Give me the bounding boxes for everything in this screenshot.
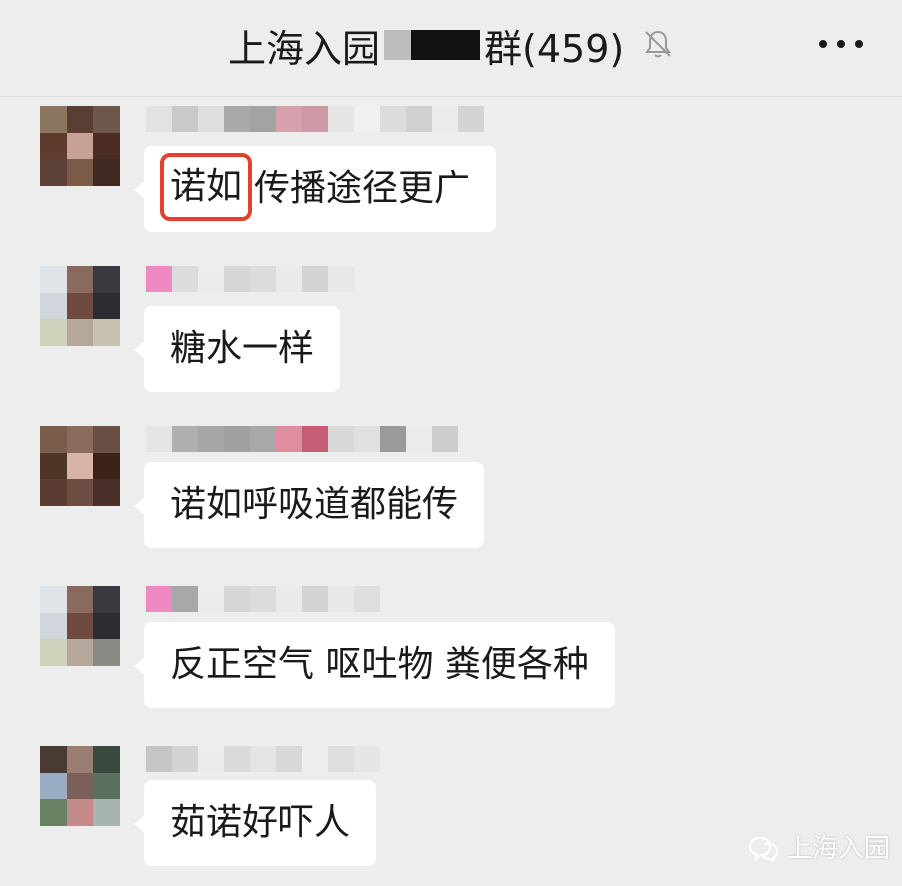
message-text: 传播途径更广 bbox=[254, 168, 471, 209]
message-text: 反正空气 呕吐物 粪便各种 bbox=[170, 644, 589, 685]
avatar[interactable] bbox=[40, 746, 120, 826]
watermark-text: 上海入园 bbox=[786, 834, 891, 864]
message-bubble[interactable]: 诺如呼吸道都能传 bbox=[133, 462, 485, 548]
avatar[interactable] bbox=[40, 426, 120, 506]
sender-name-redacted bbox=[146, 266, 354, 292]
message-bubble[interactable]: 诺如 传播途径更广 bbox=[133, 146, 497, 232]
watermark: 上海入园 bbox=[746, 828, 890, 865]
chat-title[interactable]: 上海入园 群(459) bbox=[228, 20, 625, 71]
message-text: 诺如呼吸道都能传 bbox=[170, 484, 459, 525]
message-bubble[interactable]: 糖水一样 bbox=[133, 306, 341, 392]
avatar[interactable] bbox=[40, 586, 120, 666]
highlighted-text: 诺如 bbox=[160, 153, 253, 221]
chat-title-prefix: 上海入园 bbox=[228, 26, 381, 71]
sender-name-redacted bbox=[146, 426, 458, 452]
avatar[interactable] bbox=[40, 266, 120, 346]
avatar[interactable] bbox=[40, 106, 120, 186]
chat-title-suffix: 群(459) bbox=[484, 26, 625, 71]
more-dots-icon[interactable] bbox=[816, 32, 866, 56]
sender-name-redacted bbox=[146, 746, 380, 772]
message-text: 茹诺好吓人 bbox=[170, 802, 351, 843]
bell-off-icon bbox=[645, 30, 671, 58]
chat-header: 上海入园 群(459) bbox=[0, 0, 902, 97]
sender-name-redacted bbox=[146, 586, 380, 612]
message-bubble[interactable]: 反正空气 呕吐物 粪便各种 bbox=[134, 622, 615, 708]
sender-name-redacted bbox=[146, 106, 484, 132]
title-redaction bbox=[384, 30, 481, 60]
message-bubble[interactable]: 茹诺好吓人 bbox=[133, 780, 377, 866]
message-text: 糖水一样 bbox=[170, 328, 315, 369]
wechat-channel-icon bbox=[748, 836, 779, 862]
